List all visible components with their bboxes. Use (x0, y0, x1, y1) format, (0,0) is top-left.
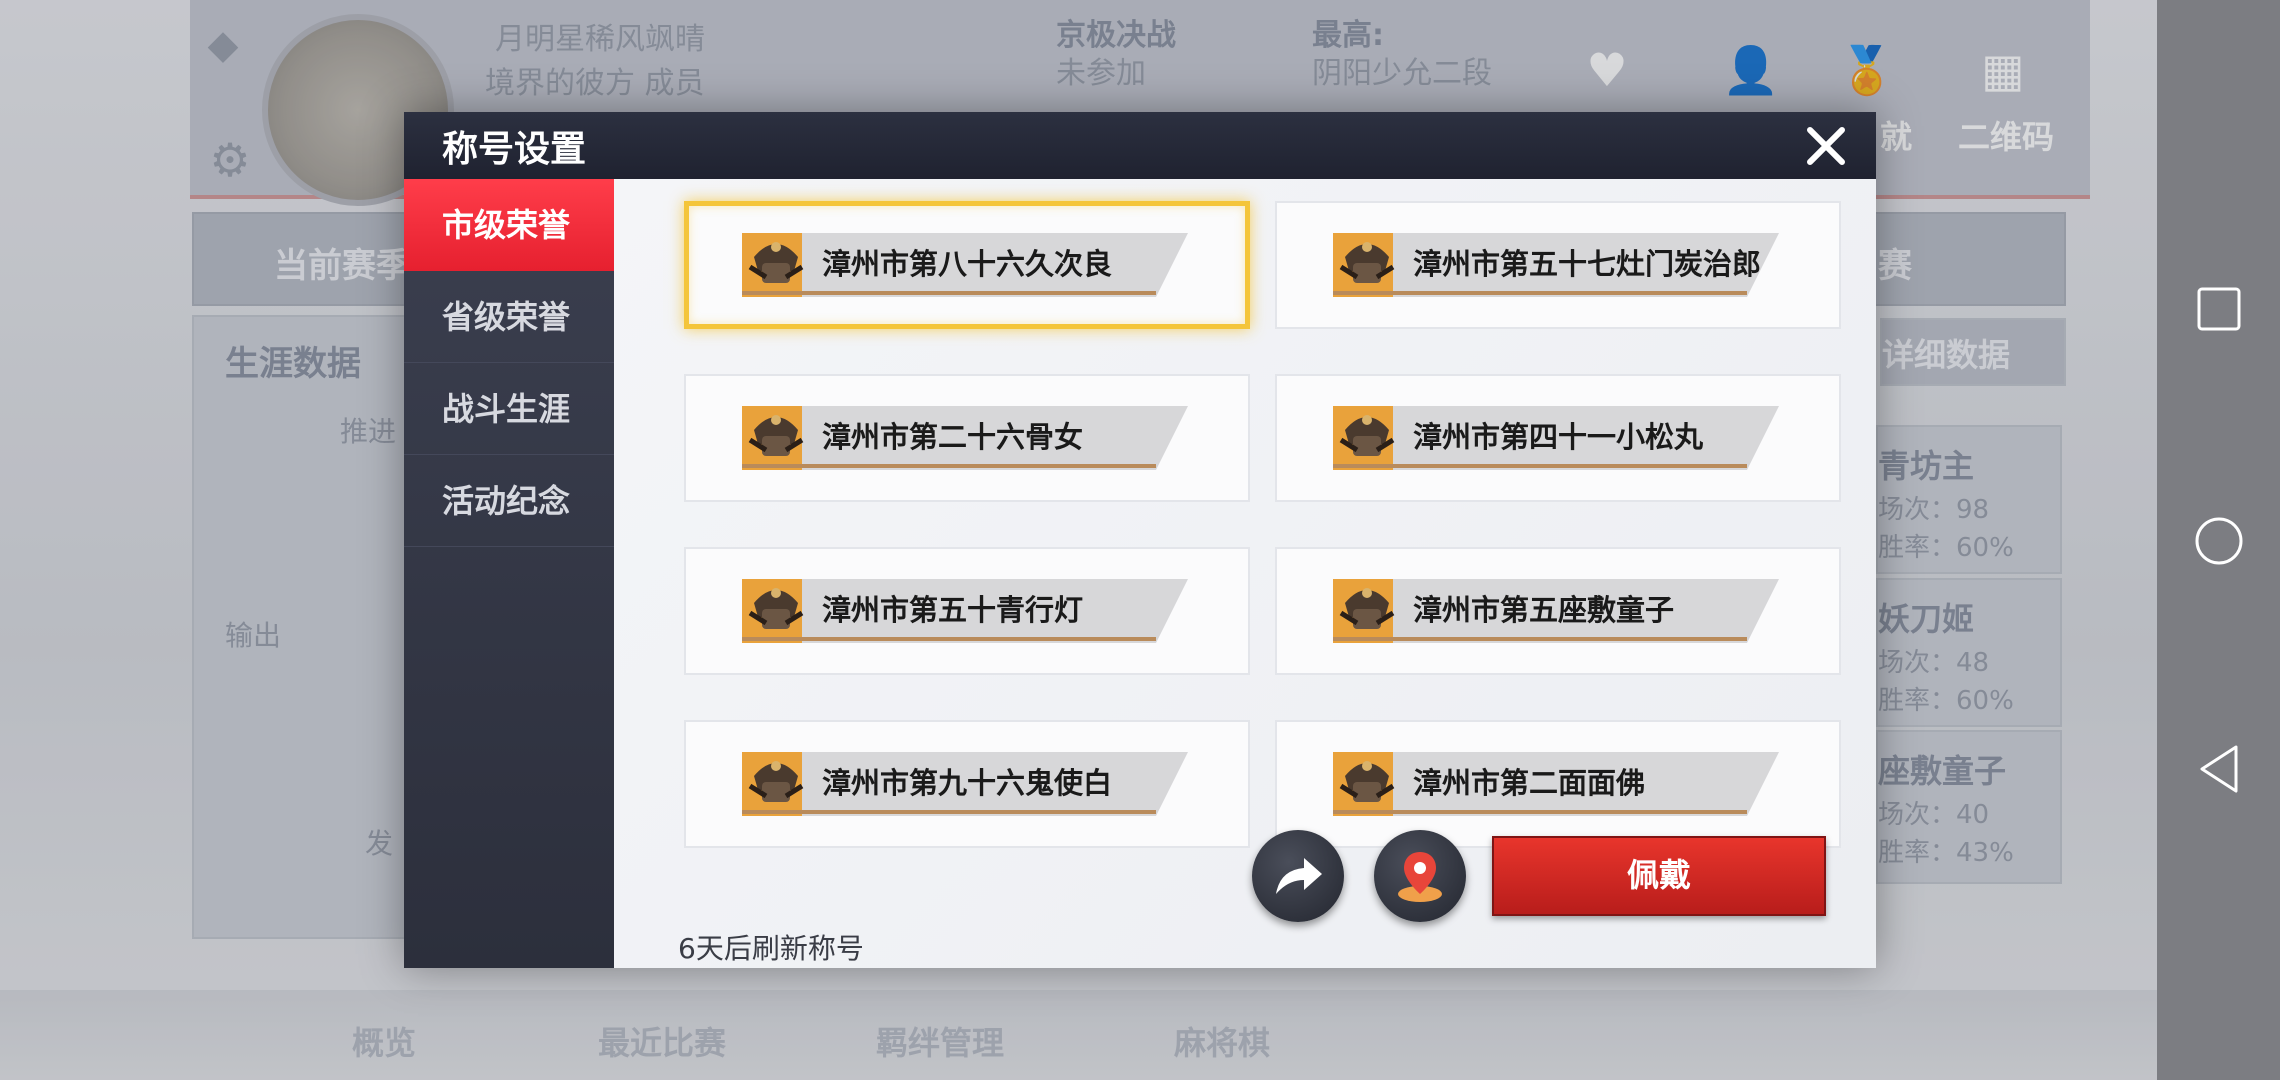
share-button[interactable] (1252, 830, 1344, 922)
title-card[interactable]: 漳州市第二面面佛 (1275, 720, 1841, 848)
samurai-helmet-icon (748, 761, 804, 802)
samurai-helmet-icon (748, 588, 804, 629)
title-badge: 漳州市第九十六鬼使白 (742, 752, 1188, 816)
back-button[interactable] (2157, 724, 2280, 814)
home-button[interactable] (2157, 496, 2280, 586)
title-badge: 漳州市第二十六骨女 (742, 406, 1188, 470)
title-badge: 漳州市第五十青行灯 (742, 579, 1188, 643)
title-text: 漳州市第八十六久次良 (822, 247, 1113, 281)
dialog-title: 称号设置 (442, 129, 587, 170)
close-icon (1807, 127, 1845, 165)
samurai-helmet-icon (1339, 242, 1395, 283)
title-text: 漳州市第五十青行灯 (822, 593, 1084, 627)
title-badge: 漳州市第四十一小松丸 (1333, 406, 1779, 470)
triangle-back-icon (2200, 745, 2237, 793)
close-button[interactable] (1798, 118, 1854, 174)
title-grid: 漳州市第八十六久次良 漳州市第五十七灶门炭治郎 漳州市第二十六骨女 漳州市第四十… (614, 179, 1876, 865)
title-card[interactable]: 漳州市第四十一小松丸 (1275, 374, 1841, 502)
title-badge: 漳州市第二面面佛 (1333, 752, 1779, 816)
tab-battle-career[interactable]: 战斗生涯 (404, 363, 614, 455)
square-icon (2197, 287, 2240, 331)
dialog-sidebar: 市级荣誉 省级荣誉 战斗生涯 活动纪念 (404, 179, 614, 968)
title-text: 漳州市第二面面佛 (1413, 766, 1646, 800)
title-badge: 漳州市第五十七灶门炭治郎 (1333, 233, 1779, 297)
share-icon (1276, 858, 1322, 894)
title-text: 漳州市第四十一小松丸 (1413, 420, 1704, 454)
dialog-header: 称号设置 (404, 112, 1876, 179)
tab-event-memorial[interactable]: 活动纪念 (404, 455, 614, 547)
location-icon (1398, 852, 1442, 902)
title-text: 漳州市第五座敷童子 (1413, 593, 1675, 627)
samurai-helmet-icon (1339, 588, 1395, 629)
title-text: 漳州市第九十六鬼使白 (822, 766, 1113, 800)
title-card[interactable]: 漳州市第二十六骨女 (684, 374, 1250, 502)
title-card[interactable]: 漳州市第五座敷童子 (1275, 547, 1841, 675)
refresh-note: 6天后刷新称号 (678, 932, 864, 965)
title-card[interactable]: 漳州市第九十六鬼使白 (684, 720, 1250, 848)
title-card[interactable]: 漳州市第五十青行灯 (684, 547, 1250, 675)
title-text: 漳州市第五十七灶门炭治郎 (1413, 247, 1762, 281)
system-nav-bar (2157, 0, 2280, 1080)
samurai-helmet-icon (748, 242, 804, 283)
samurai-helmet-icon (1339, 415, 1395, 456)
location-button[interactable] (1374, 830, 1466, 922)
title-badge: 漳州市第八十六久次良 (742, 233, 1188, 297)
recents-button[interactable] (2157, 264, 2280, 354)
title-text: 漳州市第二十六骨女 (822, 420, 1084, 454)
tab-city-honor[interactable]: 市级荣誉 (404, 179, 614, 271)
circle-icon (2195, 517, 2242, 565)
title-card[interactable]: 漳州市第八十六久次良 (684, 201, 1250, 329)
tab-province-honor[interactable]: 省级荣誉 (404, 271, 614, 363)
title-card[interactable]: 漳州市第五十七灶门炭治郎 (1275, 201, 1841, 329)
title-badge: 漳州市第五座敷童子 (1333, 579, 1779, 643)
samurai-helmet-icon (748, 415, 804, 456)
samurai-helmet-icon (1339, 761, 1395, 802)
wear-button[interactable]: 佩戴 (1492, 836, 1826, 916)
